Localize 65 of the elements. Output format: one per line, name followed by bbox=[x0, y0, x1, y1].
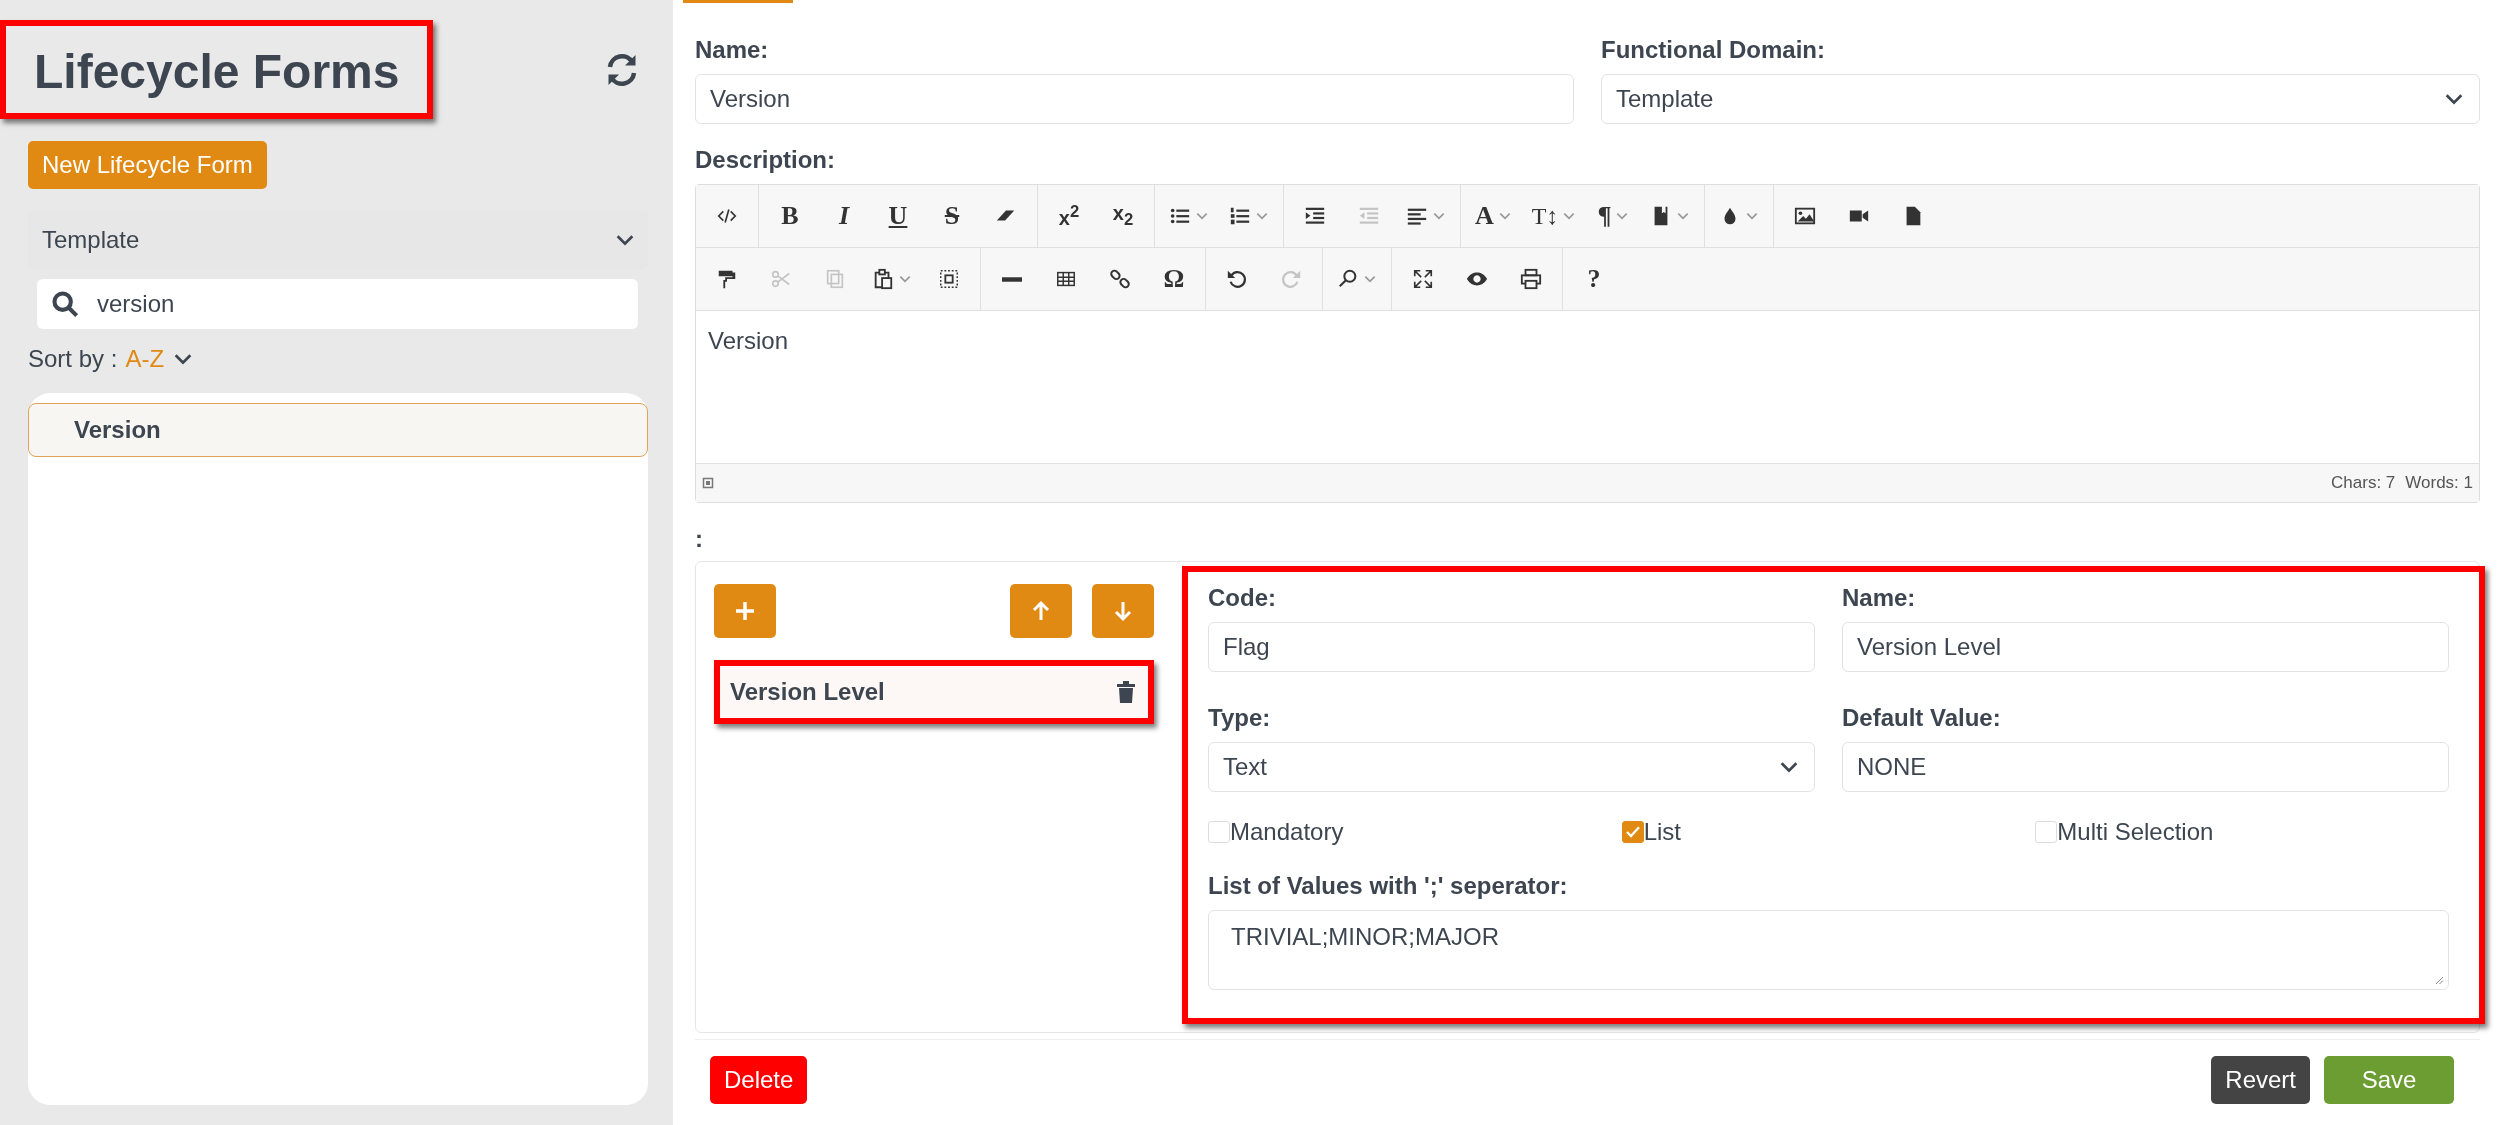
checkbox-label: List bbox=[1643, 818, 1681, 846]
resize-icon bbox=[702, 477, 714, 489]
toolbar-button[interactable]: S bbox=[925, 193, 979, 239]
check-icon bbox=[1624, 824, 1641, 840]
field-label: Name: bbox=[1842, 584, 1917, 612]
magnifier-icon bbox=[1337, 268, 1359, 290]
field-label: Functional Domain: bbox=[1601, 36, 1826, 64]
checkbox[interactable] bbox=[1621, 821, 1644, 843]
toolbar-button[interactable]: x$^{2}$ bbox=[1042, 193, 1096, 239]
char-count: Chars: 7 bbox=[2331, 473, 2396, 493]
select-all-icon bbox=[938, 268, 960, 290]
toolbar-button[interactable]: Ω bbox=[1147, 256, 1201, 302]
default-value-field[interactable]: NONE bbox=[1842, 742, 2449, 792]
toolbar-button[interactable]: B bbox=[763, 193, 817, 239]
attribute-item[interactable]: Version Level bbox=[714, 660, 1154, 724]
field-label: Default Value: bbox=[1842, 704, 2002, 732]
outdent-icon bbox=[1358, 205, 1380, 227]
revert-button[interactable]: Revert bbox=[2211, 1056, 2310, 1104]
paint-roller-icon bbox=[716, 268, 738, 290]
list-item[interactable]: Version bbox=[28, 403, 648, 457]
type-select[interactable]: Text bbox=[1208, 742, 1815, 792]
image-icon bbox=[1794, 205, 1817, 227]
toolbar-button[interactable]: I bbox=[817, 193, 871, 239]
trash-icon bbox=[1114, 679, 1138, 705]
field-label: Type: bbox=[1208, 704, 1272, 732]
numbered-list-icon bbox=[1229, 205, 1251, 227]
toolbar-button[interactable]: A bbox=[1465, 193, 1522, 239]
search-field[interactable]: version bbox=[37, 279, 638, 329]
toolbar-button[interactable]: ? bbox=[1567, 256, 1621, 302]
toolbar-button[interactable]: x$_{2}$ bbox=[1096, 193, 1150, 239]
checkbox-label: Multi Selection bbox=[2057, 818, 2214, 846]
toolbar-button[interactable]: T↕ bbox=[1521, 193, 1587, 239]
expand-arrows-icon bbox=[1412, 268, 1434, 290]
undo-icon bbox=[1226, 268, 1248, 290]
search-icon bbox=[51, 290, 79, 318]
name-field[interactable]: Version Level bbox=[1842, 622, 2449, 672]
field-label: Code: bbox=[1208, 584, 1277, 612]
code-field[interactable]: Flag bbox=[1208, 622, 1815, 672]
indent-icon bbox=[1304, 205, 1326, 227]
delete-button[interactable]: Delete bbox=[710, 1056, 808, 1104]
copy-icon bbox=[824, 268, 846, 290]
field-label: List of Values with ';' seperator: bbox=[1208, 872, 1569, 900]
toolbar-button[interactable]: U bbox=[871, 193, 925, 239]
field-label: Description: bbox=[695, 146, 836, 174]
checkbox-label: Mandatory bbox=[1230, 818, 1344, 846]
name-field[interactable]: Version bbox=[695, 74, 1574, 124]
clipboard-icon bbox=[872, 268, 894, 290]
move-up-button[interactable] bbox=[1010, 584, 1072, 638]
plus-icon bbox=[733, 599, 757, 623]
sort-label: Sort by : bbox=[28, 345, 118, 373]
domain-select[interactable]: Template bbox=[1601, 74, 2480, 124]
printer-icon bbox=[1520, 268, 1542, 290]
add-button[interactable] bbox=[714, 584, 776, 638]
field-label: Name: bbox=[695, 36, 770, 64]
values-field[interactable]: TRIVIAL;MINOR;MAJOR bbox=[1208, 910, 2449, 990]
page-title: Lifecycle Forms bbox=[0, 20, 434, 119]
redo-icon bbox=[1280, 268, 1302, 290]
move-down-button[interactable] bbox=[1092, 584, 1154, 638]
word-count: Words: 1 bbox=[2405, 473, 2473, 493]
scissors-icon bbox=[770, 268, 792, 290]
toolbar-button[interactable]: ¶ bbox=[1586, 193, 1641, 239]
attribute-name: Version Level bbox=[730, 678, 885, 706]
editor-text[interactable]: Version bbox=[696, 311, 2479, 463]
link-icon bbox=[1109, 268, 1131, 290]
section-label: : bbox=[695, 525, 704, 553]
